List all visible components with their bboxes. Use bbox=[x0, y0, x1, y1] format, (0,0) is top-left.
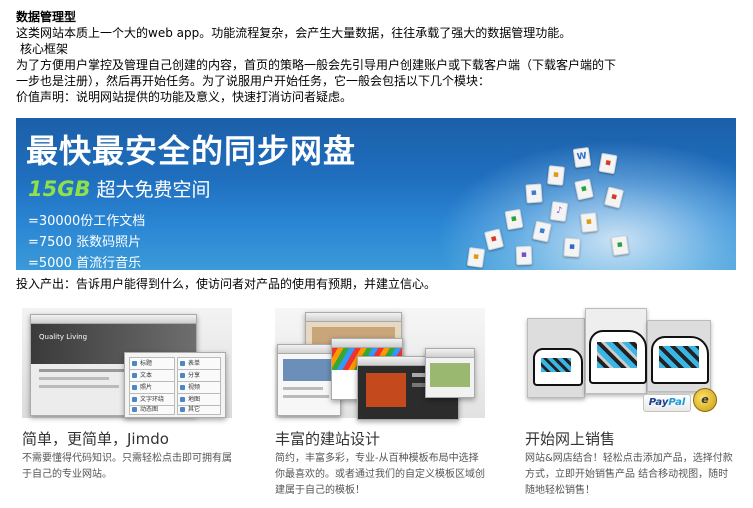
ppt-file-icon: ▪ bbox=[603, 186, 625, 209]
body-line-1: 为了方便用户掌控及管理自己创建的内容，首页的策略一般会先引导用户创建账户或下载客… bbox=[16, 58, 617, 72]
feature-title: 简单，更简单，Jimdo bbox=[22, 430, 169, 448]
sneaker-left bbox=[533, 348, 583, 386]
template-window-right bbox=[425, 348, 475, 398]
zip-file-icon: ▪ bbox=[580, 212, 598, 233]
feature-description: 不需要懂得代码知识。只需轻松点击即可拥有属于自己的专业网站。 bbox=[22, 453, 232, 480]
photo-file-icon: ▪ bbox=[504, 208, 524, 231]
paypal-badge: PayPal bbox=[643, 394, 691, 412]
video-file-icon: ▪ bbox=[532, 220, 552, 243]
site-name: Quality Living bbox=[39, 333, 88, 341]
sneaker-center bbox=[589, 330, 647, 384]
word-file-icon-2: ▪ bbox=[563, 237, 581, 258]
feature-description: 网站&网店结合！轻松点击添加产品，选择付款方式，立即开始销售产品 结合移动视图，… bbox=[525, 453, 733, 496]
sheet-file-icon: ▪ bbox=[574, 178, 594, 201]
value-statement: 价值声明：说明网站提供的功能及意义，快速打消访问者疑虑。 bbox=[16, 90, 353, 104]
cloud-storage-banner: 最快最安全的同步网盘 15GB 超大免费空间 =30000份工作文档 =7500… bbox=[16, 118, 736, 270]
element-menu-panel: 标题 文本 照片 文字环绕 动态图 表单 分享 视频 地图 其它 bbox=[124, 352, 226, 418]
feature-title: 开始网上销售 bbox=[525, 430, 616, 448]
intro-paragraph: 这类网站本质上一个大的web app。功能流程复杂，会产生大量数据，往往承载了强… bbox=[16, 26, 572, 40]
section-heading: 数据管理型 bbox=[16, 10, 77, 24]
shop-screenshot: PayPal e bbox=[525, 308, 735, 418]
article-text: 数据管理型 这类网站本质上一个大的web app。功能流程复杂，会产生大量数据，… bbox=[16, 9, 746, 105]
music-file-icon-2: ▪ bbox=[515, 245, 533, 266]
word-file-icon: W bbox=[572, 146, 592, 169]
trusted-shop-seal-icon: e bbox=[693, 388, 717, 412]
pdf-file-icon: ▪ bbox=[598, 152, 618, 175]
sheet-file-icon-2: ▪ bbox=[610, 234, 630, 257]
menu-item[interactable]: 其它 bbox=[177, 405, 221, 415]
builder-screenshot: Quality Living 标题 文本 照片 文字环绕 动态图 表单 分享 视… bbox=[22, 308, 232, 418]
pdf-file-icon-2: ▪ bbox=[483, 228, 505, 251]
io-statement: 投入产出：告诉用户能得到什么，使访问者对产品的使用有预期，并建立信心。 bbox=[16, 277, 437, 291]
music-file-icon: ♪ bbox=[549, 200, 569, 223]
feature-description: 简约，丰富多彩，专业-从百种模板布局中选择你最喜欢的。或者通过我们的自定义模板区… bbox=[275, 453, 485, 496]
image-file-icon-2: ▪ bbox=[466, 246, 486, 269]
menu-item[interactable]: 动态图 bbox=[129, 405, 175, 415]
templates-screenshot bbox=[275, 308, 485, 420]
image-file-icon: ▪ bbox=[547, 165, 565, 186]
body-line-2: 一步也是注册），然后再开始任务。为了说服用户开始任务，它一般会包括以下几个模块： bbox=[16, 74, 491, 88]
doc-file-icon: ▪ bbox=[525, 183, 543, 204]
flying-file-icons: W ▪ ▪ ▪ ▪ ▪ ♪ ▪ ▪ ▪ ▪ ▪ ▪ ▪ ▪ bbox=[16, 118, 736, 270]
subheading: 核心框架 bbox=[20, 42, 69, 56]
sneaker-right bbox=[651, 336, 709, 384]
feature-title: 丰富的建站设计 bbox=[275, 430, 381, 448]
